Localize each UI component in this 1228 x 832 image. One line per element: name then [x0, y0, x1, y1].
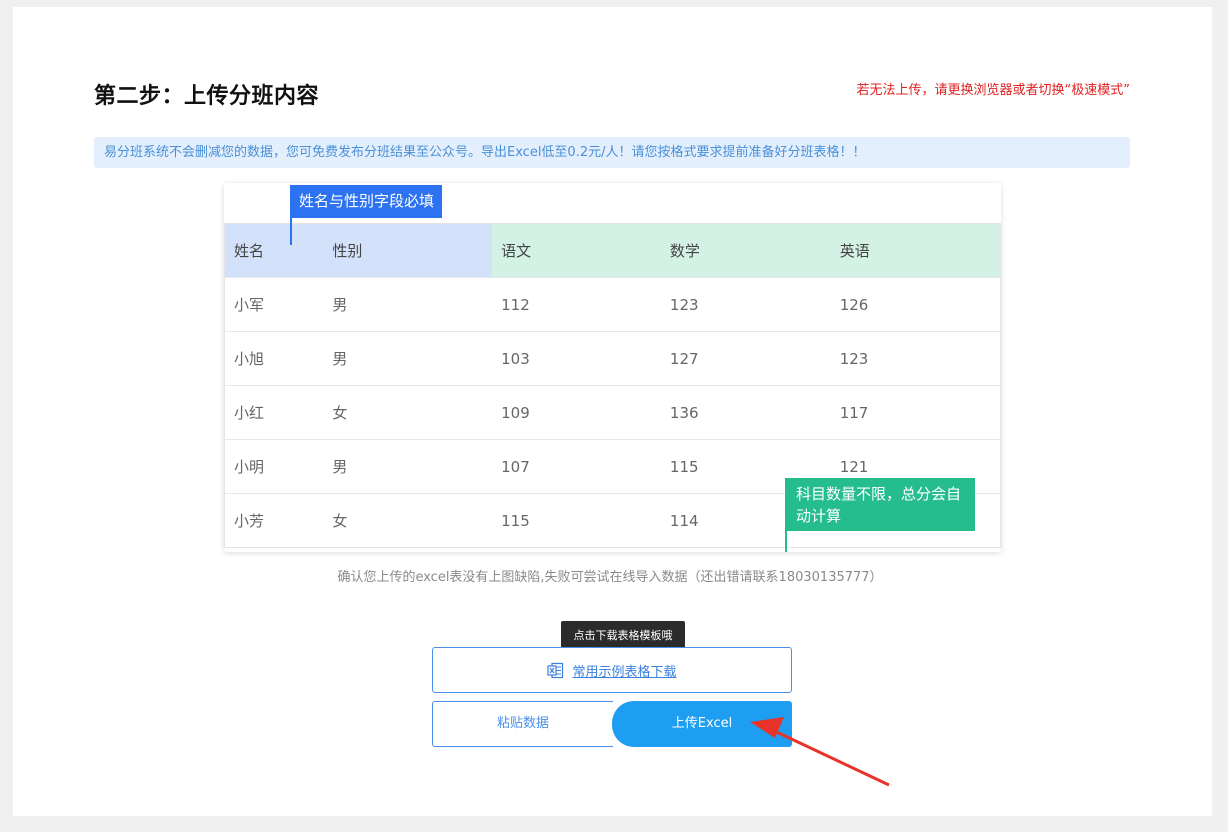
header-name: 姓名: [224, 223, 324, 278]
table-header-row: 姓名 性别 语文 数学 英语: [224, 223, 1001, 278]
cell-english: 126: [830, 277, 1001, 332]
info-banner: 易分班系统不会删减您的数据，您可免费发布分班结果至公众号。导出Excel低至0.…: [94, 137, 1130, 168]
cell-chinese: 109: [492, 385, 661, 440]
cell-name: 小红: [224, 385, 324, 440]
table-row: 小军 男 112 123 126: [224, 277, 1001, 332]
cell-chinese: 107: [492, 439, 661, 494]
cell-gender: 女: [323, 385, 493, 440]
header-gender: 性别: [323, 223, 493, 278]
browser-tip: 若无法上传，请更换浏览器或者切换“极速模式”: [856, 83, 1130, 98]
table-row: 小红 女 109 136 117: [224, 385, 1001, 440]
cell-name: 小军: [224, 277, 324, 332]
cell-math: 127: [660, 331, 831, 386]
page-title: 第二步：上传分班内容: [94, 84, 320, 109]
required-fields-callout: 姓名与性别字段必填: [290, 185, 443, 218]
cell-gender: 女: [323, 493, 493, 548]
cell-name: 小芳: [224, 493, 324, 548]
cell-name: 小明: [224, 439, 324, 494]
cell-chinese: 115: [492, 493, 661, 548]
cell-gender: 男: [323, 331, 493, 386]
upload-excel-button[interactable]: 上传Excel: [612, 701, 792, 747]
table-row: 小旭 男 103 127 123: [224, 331, 1001, 386]
subject-count-callout: 科目数量不限，总分会自动计算: [785, 478, 975, 531]
download-template-label: 常用示例表格下载: [572, 664, 677, 680]
download-tooltip: 点击下载表格模板哦: [561, 621, 685, 650]
header-chinese: 语文: [492, 223, 661, 278]
cell-english: 123: [830, 331, 1001, 386]
required-callout-pointer: [290, 217, 292, 245]
cell-english: 117: [830, 385, 1001, 440]
cell-gender: 男: [323, 439, 493, 494]
cell-name: 小旭: [224, 331, 324, 386]
cell-math: 123: [660, 277, 831, 332]
subject-callout-pointer: [785, 530, 787, 552]
cell-chinese: 103: [492, 331, 661, 386]
cell-math: 136: [660, 385, 831, 440]
paste-data-button[interactable]: 粘贴数据: [432, 701, 613, 747]
excel-icon: [547, 662, 564, 679]
header-english: 英语: [830, 223, 1001, 278]
cell-gender: 男: [323, 277, 493, 332]
header-math: 数学: [660, 223, 831, 278]
cell-chinese: 112: [492, 277, 661, 332]
download-template-button[interactable]: 常用示例表格下载: [432, 647, 792, 693]
confirm-note: 确认您上传的excel表没有上图缺陷,失败可尝试在线导入数据（还出错请联系180…: [337, 570, 883, 585]
